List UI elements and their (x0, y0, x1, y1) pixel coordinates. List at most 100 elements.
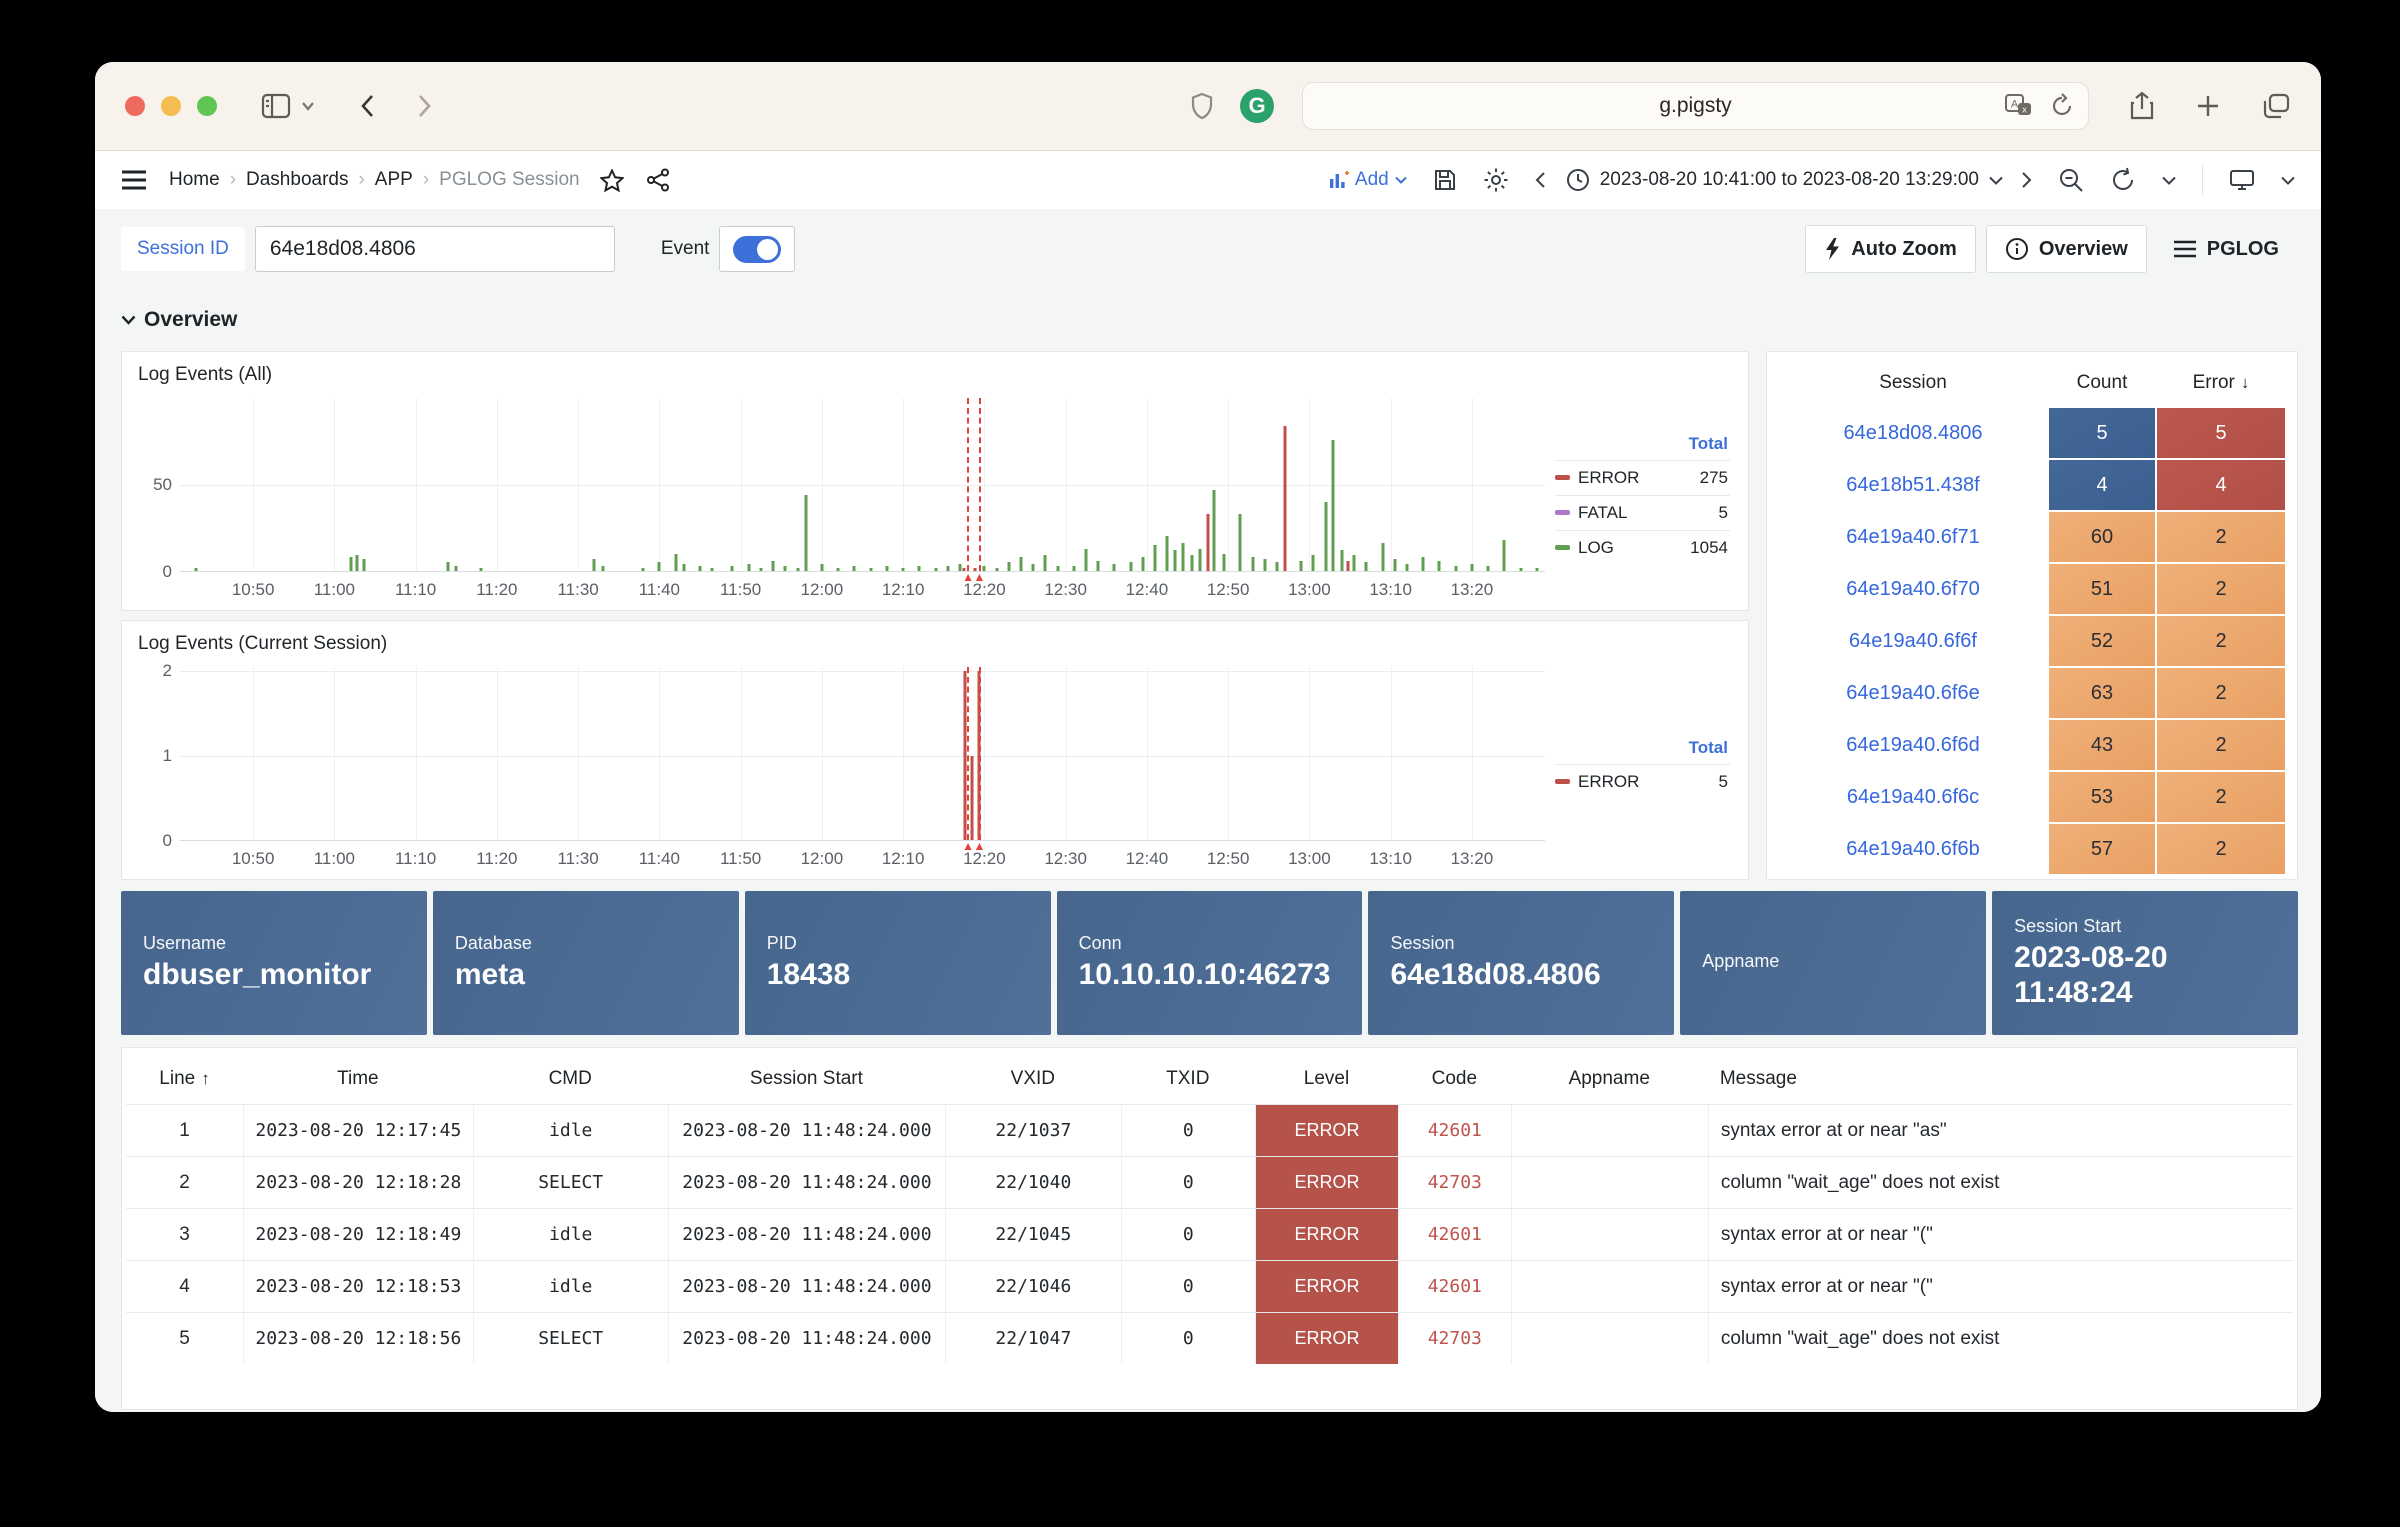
grammarly-extension-icon[interactable]: G (1240, 89, 1274, 123)
panel-log-table: Line↑TimeCMDSession StartVXIDTXIDLevelCo… (121, 1047, 2298, 1410)
share-icon[interactable] (2129, 91, 2155, 121)
legend-item[interactable]: FATAL5 (1555, 495, 1730, 530)
back-button-icon[interactable] (359, 93, 375, 119)
session-table-header-error[interactable]: Error↓ (2157, 362, 2285, 406)
reload-icon[interactable] (2050, 93, 2074, 119)
x-tick-label: 12:20 (963, 849, 1006, 869)
panel-title[interactable]: Log Events (All) (138, 364, 1734, 386)
session-error-cell: 4 (2157, 460, 2285, 510)
share-dashboard-icon[interactable] (646, 168, 670, 192)
log-cell-line: 1 (126, 1104, 243, 1156)
refresh-icon[interactable] (2110, 167, 2136, 193)
chart-bar-log (804, 495, 807, 571)
star-icon[interactable] (600, 169, 624, 192)
minimize-window-button[interactable] (161, 96, 181, 116)
menu-hamburger-icon[interactable] (121, 170, 147, 190)
session-table-header-count[interactable]: Count (2049, 362, 2155, 406)
privacy-shield-icon[interactable] (1190, 92, 1214, 120)
log-table-header-appname[interactable]: Appname (1511, 1056, 1708, 1104)
log-table-body: 12023-08-20 12:17:45idle2023-08-20 11:48… (126, 1104, 2293, 1364)
svg-text:A: A (2011, 99, 2019, 111)
chart-bar-log (479, 568, 482, 571)
log-table-header-vxid[interactable]: VXID (945, 1056, 1121, 1104)
x-tick-label: 12:50 (1207, 580, 1250, 600)
stat-panel-session-start: Session Start2023-08-20 11:48:24 (1992, 891, 2298, 1035)
log-table-header-code[interactable]: Code (1398, 1056, 1511, 1104)
log-table-header-txid[interactable]: TXID (1121, 1056, 1255, 1104)
pglog-menu-button[interactable]: PGLOG (2173, 238, 2279, 261)
forward-button-icon[interactable] (417, 93, 433, 119)
legend-item[interactable]: ERROR5 (1555, 764, 1730, 799)
log-table-header-session-start[interactable]: Session Start (668, 1056, 945, 1104)
zoom-out-icon[interactable] (2058, 167, 2084, 193)
session-link[interactable]: 64e19a40.6f70 (1779, 564, 2047, 614)
legend-total-header[interactable]: Total (1555, 734, 1730, 764)
session-link[interactable]: 64e19a40.6f6b (1779, 824, 2047, 874)
chart-bar-log (195, 568, 198, 571)
session-link[interactable]: 64e19a40.6f6e (1779, 668, 2047, 718)
session-link[interactable]: 64e18d08.4806 (1779, 408, 2047, 458)
panel-title[interactable]: Log Events (Current Session) (138, 633, 1734, 655)
sidebar-chevron-icon[interactable] (301, 101, 315, 111)
address-bar[interactable]: g.pigsty A x (1302, 82, 2089, 130)
auto-zoom-button[interactable]: Auto Zoom (1805, 225, 1976, 273)
legend-series-name[interactable]: FATAL (1578, 503, 1711, 523)
log-table-header-cmd[interactable]: CMD (473, 1056, 668, 1104)
event-toggle[interactable] (719, 226, 795, 272)
chart-bar-log (1393, 559, 1396, 571)
legend-series-name[interactable]: ERROR (1578, 468, 1692, 488)
overview-button[interactable]: Overview (1986, 225, 2147, 273)
log-cell-message: syntax error at or near "(" (1708, 1260, 2293, 1312)
time-range-text[interactable]: 2023-08-20 10:41:00 to 2023-08-20 13:29:… (1600, 169, 1979, 191)
legend-total-header[interactable]: Total (1555, 430, 1730, 460)
log-table-header-line[interactable]: Line↑ (126, 1056, 243, 1104)
x-tick-label: 13:00 (1288, 849, 1331, 869)
url-text[interactable]: g.pigsty (1387, 94, 2004, 118)
log-cell-line: 2 (126, 1156, 243, 1208)
session-link[interactable]: 64e19a40.6f71 (1779, 512, 2047, 562)
session-link[interactable]: 64e19a40.6f6f (1779, 616, 2047, 666)
annotation-line (979, 667, 981, 840)
chart-bar-log (1263, 559, 1266, 571)
log-table-header-time[interactable]: Time (243, 1056, 473, 1104)
tab-overview-icon[interactable] (2261, 92, 2291, 120)
time-shift-forward-icon[interactable] (2021, 171, 2032, 189)
close-window-button[interactable] (125, 96, 145, 116)
event-toggle-pill[interactable] (733, 236, 781, 263)
legend-series-name[interactable]: ERROR (1578, 772, 1711, 792)
translate-icon[interactable]: A x (2004, 93, 2034, 119)
legend-series-name[interactable]: LOG (1578, 538, 1682, 558)
chart-bar-error (963, 671, 966, 840)
time-range-chevron-icon[interactable] (1989, 176, 2003, 185)
session-id-input[interactable] (255, 226, 615, 272)
tv-mode-chevron-icon[interactable] (2281, 176, 2295, 185)
zoom-window-button[interactable] (197, 96, 217, 116)
x-tick-label: 12:30 (1044, 580, 1087, 600)
log-cell-level: ERROR (1255, 1104, 1398, 1156)
collapse-chevron-icon[interactable] (121, 315, 136, 325)
overview-section-header[interactable]: Overview (121, 301, 2298, 339)
new-tab-icon[interactable] (2195, 93, 2221, 119)
add-button[interactable]: Add (1329, 169, 1407, 191)
time-shift-back-icon[interactable] (1535, 171, 1546, 189)
svg-text:x: x (2022, 105, 2027, 115)
x-gridline (984, 667, 985, 840)
settings-gear-icon[interactable] (1483, 167, 1509, 193)
log-cell-txid: 0 (1121, 1156, 1255, 1208)
log-table-header-message[interactable]: Message (1708, 1056, 2293, 1104)
breadcrumb-home[interactable]: Home (169, 169, 220, 191)
legend-item[interactable]: ERROR275 (1555, 460, 1730, 495)
legend-item[interactable]: LOG1054 (1555, 530, 1730, 565)
session-table-header-session[interactable]: Session (1779, 362, 2047, 406)
log-table-header-level[interactable]: Level (1255, 1056, 1398, 1104)
session-link[interactable]: 64e19a40.6f6d (1779, 720, 2047, 770)
session-link[interactable]: 64e19a40.6f6c (1779, 772, 2047, 822)
session-link[interactable]: 64e18b51.438f (1779, 460, 2047, 510)
sidebar-toggle-icon[interactable] (261, 93, 291, 119)
breadcrumb-dashboards[interactable]: Dashboards (246, 169, 348, 191)
tv-mode-icon[interactable] (2229, 168, 2255, 192)
chart-bar-log (1365, 562, 1368, 571)
refresh-interval-chevron-icon[interactable] (2162, 176, 2176, 185)
save-dashboard-icon[interactable] (1433, 168, 1457, 192)
breadcrumb-app[interactable]: APP (375, 169, 413, 191)
